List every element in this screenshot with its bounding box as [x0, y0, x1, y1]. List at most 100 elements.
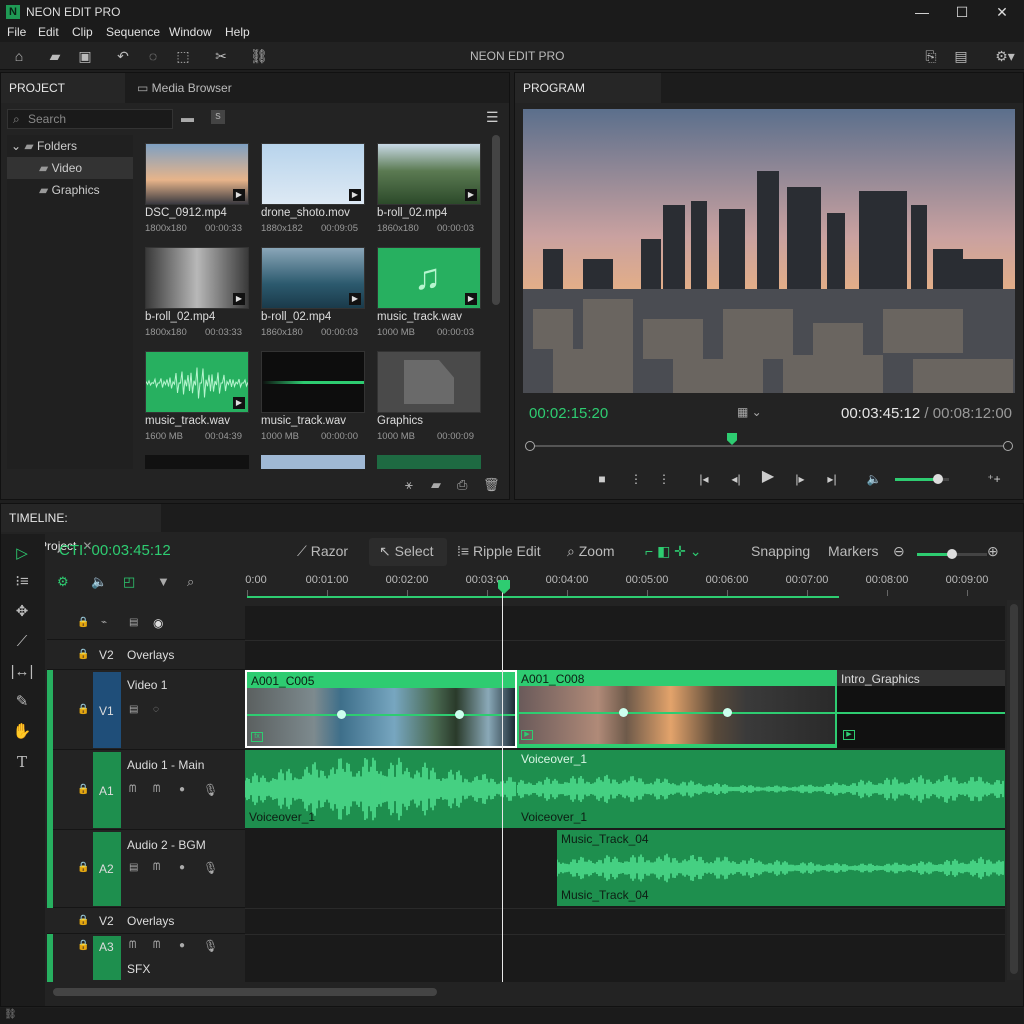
- record-icon[interactable]: ●: [179, 784, 185, 795]
- track-header-a1[interactable]: A1 Audio 1 - Main 🔒 ᗰ ᗰ ● 🎙: [47, 750, 245, 830]
- work-area-bar[interactable]: [247, 596, 839, 598]
- step-forward-icon[interactable]: |▸: [791, 471, 809, 487]
- maximize-button[interactable]: ☐: [950, 3, 974, 21]
- menu-edit[interactable]: Edit: [38, 25, 59, 39]
- mute-icon[interactable]: ᗰ: [129, 784, 136, 795]
- razor-tool-icon[interactable]: ⟋: [9, 630, 35, 654]
- move-tool-icon[interactable]: ✥: [9, 600, 35, 624]
- out-point-handle[interactable]: [1003, 441, 1013, 451]
- add-marker-icon[interactable]: ⁺+: [985, 471, 1003, 487]
- pen-tool-icon[interactable]: ✎: [9, 690, 35, 714]
- play-icon[interactable]: ▶: [465, 189, 477, 201]
- track-header-v2-overlays[interactable]: 🔒 V2 Overlays: [47, 640, 245, 670]
- media-thumbnail[interactable]: ▶: [261, 143, 365, 205]
- clip-v1-intro-graphics[interactable]: Intro_Graphics ▶: [837, 670, 1005, 748]
- minimize-button[interactable]: —: [910, 3, 934, 21]
- search-icon[interactable]: ⌕: [187, 574, 194, 590]
- opacity-line[interactable]: [837, 712, 1005, 714]
- solo-icon[interactable]: ᗰ: [153, 784, 160, 795]
- tab-program-monitor[interactable]: PROGRAM MONITOR✕: [515, 73, 661, 125]
- timeline-tracks-area[interactable]: A001_C005 fx A001_C008 ▶ Intro_Graphics …: [245, 590, 1005, 982]
- media-thumbnail[interactable]: [261, 351, 365, 413]
- volume-icon[interactable]: 🔈: [865, 471, 883, 487]
- tree-folders[interactable]: ⌄ ▰ Folders: [11, 139, 77, 153]
- clip-a1-voiceover-1[interactable]: Voiceover_1: [245, 750, 517, 828]
- eye-icon[interactable]: ◉: [153, 616, 163, 630]
- stop-icon[interactable]: ■: [593, 471, 611, 487]
- export-icon[interactable]: ⎘: [920, 46, 942, 66]
- track-header-v1[interactable]: V1 Video 1 🔒 ▤ ◌: [47, 670, 245, 750]
- lock-icon[interactable]: 🔒: [77, 649, 89, 660]
- go-to-start-icon[interactable]: |◂: [695, 471, 713, 487]
- play-icon[interactable]: ▶: [759, 469, 777, 485]
- marker-icon[interactable]: ▼: [157, 574, 170, 589]
- playhead-line[interactable]: [502, 590, 503, 982]
- link-status-icon[interactable]: ⛓: [4, 1009, 17, 1020]
- clip-a1-voiceover-1b[interactable]: Voiceover_1 Voiceover_1: [517, 750, 1005, 828]
- keyframe[interactable]: [337, 710, 346, 719]
- hand-tool-icon[interactable]: ✋: [9, 720, 35, 744]
- menu-clip[interactable]: Clip: [72, 25, 93, 39]
- media-thumbnail[interactable]: [377, 351, 481, 413]
- zoom-knob[interactable]: [947, 549, 957, 559]
- selection-tool-icon[interactable]: ▷: [9, 542, 35, 566]
- record-icon[interactable]: ●: [179, 862, 185, 873]
- sequence-settings-icon[interactable]: ⚙: [57, 574, 69, 590]
- audio-icon[interactable]: 🔈: [91, 574, 107, 590]
- display-mode-icon[interactable]: ▦ ⌄: [737, 405, 762, 419]
- record-icon[interactable]: ●: [179, 940, 185, 951]
- slip-tool-icon[interactable]: |↔|: [9, 660, 35, 684]
- volume-knob[interactable]: [933, 474, 944, 484]
- media-thumbnail[interactable]: ▶: [377, 143, 481, 205]
- save-icon[interactable]: ▣: [74, 46, 96, 66]
- volume-slider[interactable]: [895, 474, 949, 484]
- link-icon[interactable]: ⛓: [248, 46, 270, 66]
- play-icon[interactable]: ▶: [349, 293, 361, 305]
- keyframe[interactable]: [455, 710, 464, 719]
- keyframe[interactable]: [723, 708, 732, 717]
- monitor-scrubber[interactable]: [525, 433, 1013, 457]
- mark-in-icon[interactable]: ⋮: [627, 471, 645, 487]
- crop-icon[interactable]: ⬚: [172, 46, 194, 66]
- sync-icon[interactable]: ⌁: [101, 617, 107, 628]
- media-thumbnail[interactable]: [145, 455, 249, 469]
- menu-sequence[interactable]: Sequence: [106, 25, 160, 39]
- tree-graphics[interactable]: ▰ Graphics: [39, 183, 100, 197]
- import-icon[interactable]: ⎙: [457, 477, 467, 493]
- media-thumbnail[interactable]: ▶: [261, 247, 365, 309]
- playhead-icon[interactable]: [727, 433, 737, 445]
- clip-a2-music-track-04[interactable]: Music_Track_04 Music_Track_04: [557, 830, 1005, 906]
- tab-timeline[interactable]: TIMELINE: Epic_Project✕: [1, 504, 161, 553]
- track-select-icon[interactable]: ⁝≡: [9, 570, 35, 594]
- timeline-vscrollbar[interactable]: [1007, 600, 1021, 980]
- zoom-in-icon[interactable]: ⊕: [987, 543, 999, 560]
- step-back-icon[interactable]: ◂|: [727, 471, 745, 487]
- microphone-icon[interactable]: 🎙: [203, 783, 218, 797]
- play-icon[interactable]: ▶: [233, 293, 245, 305]
- media-thumbnail[interactable]: [261, 455, 365, 469]
- nest-icon[interactable]: ◰: [123, 574, 135, 590]
- folder-icon[interactable]: ▰: [431, 477, 441, 493]
- track-header-v2-lower[interactable]: 🔒 V2 Overlays: [47, 908, 245, 934]
- toggle-output-icon[interactable]: ▤: [129, 617, 138, 628]
- tree-video[interactable]: ▰ Video: [7, 157, 133, 179]
- timeline-zoom-slider[interactable]: [917, 549, 987, 559]
- media-thumbnail[interactable]: ▶: [145, 143, 249, 205]
- storage-icon[interactable]: s: [211, 110, 225, 124]
- lock-icon[interactable]: 🔒: [77, 862, 89, 873]
- opacity-line[interactable]: [517, 712, 837, 714]
- menu-file[interactable]: File: [7, 25, 26, 39]
- play-icon[interactable]: ▶: [233, 397, 245, 409]
- add-bin-icon[interactable]: ⚹: [405, 477, 413, 493]
- play-icon[interactable]: ▶: [233, 189, 245, 201]
- document-icon[interactable]: ▤: [950, 46, 972, 66]
- mark-out-icon[interactable]: ⋮: [655, 471, 673, 487]
- timeline-scrollbar[interactable]: [53, 988, 437, 996]
- scissors-icon[interactable]: ✂: [210, 46, 232, 66]
- microphone-icon[interactable]: 🎙: [203, 939, 218, 953]
- clip-v1-a001-c008[interactable]: A001_C008 ▶: [517, 670, 837, 748]
- lock-icon[interactable]: 🔒: [77, 915, 89, 926]
- play-icon[interactable]: ▶: [349, 189, 361, 201]
- lock-icon[interactable]: 🔒: [77, 704, 89, 715]
- track-header-a3[interactable]: A3 SFX 🔒 ᗰ ᗰ ● 🎙: [47, 934, 245, 982]
